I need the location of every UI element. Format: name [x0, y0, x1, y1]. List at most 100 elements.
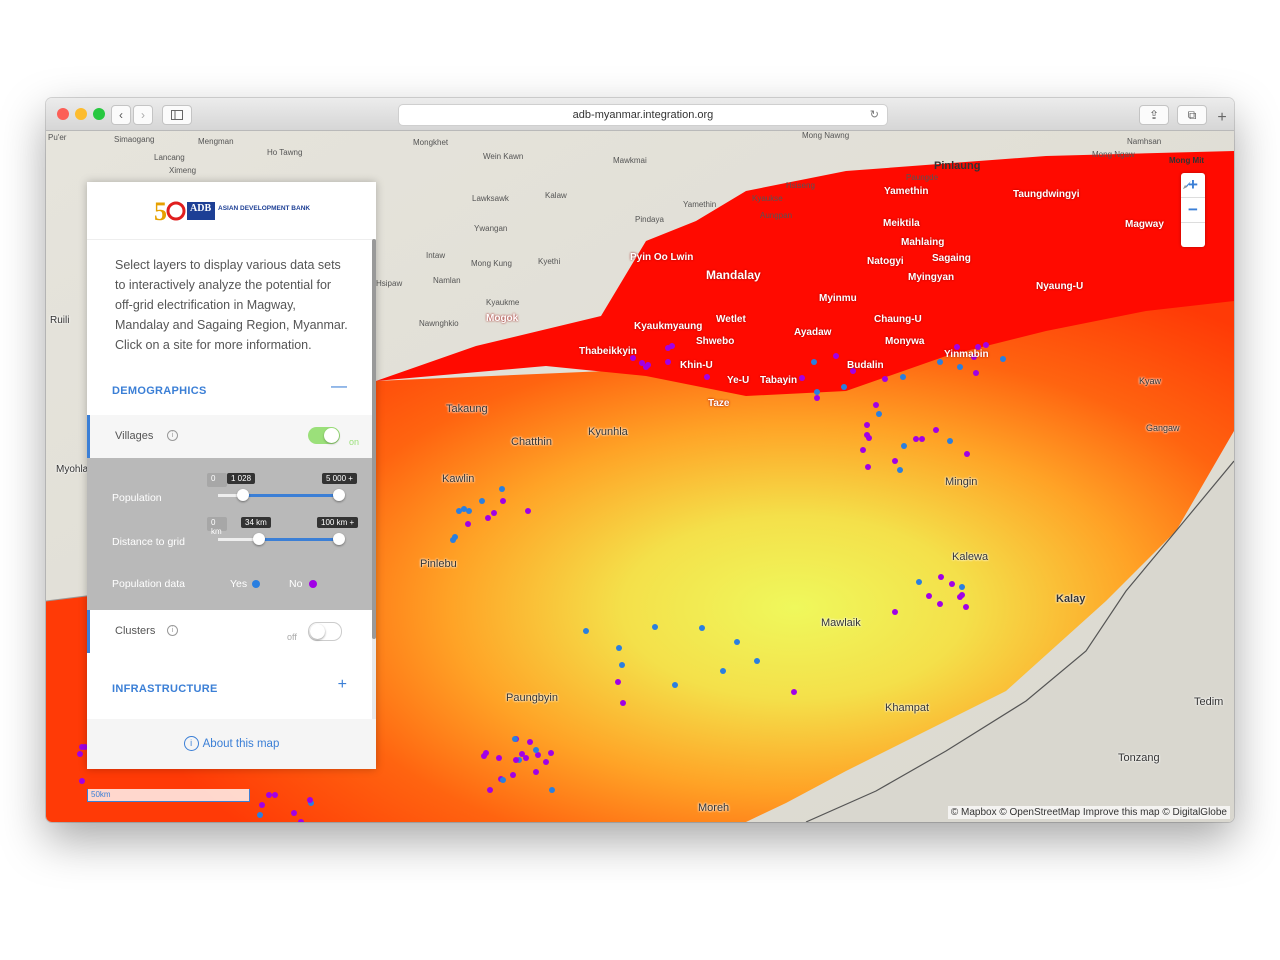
village-point[interactable]: [486, 786, 493, 793]
place-label[interactable]: Intaw: [426, 251, 445, 260]
place-label[interactable]: Mawkmai: [613, 156, 647, 165]
village-point[interactable]: [790, 689, 797, 696]
place-label[interactable]: Namhsan: [1127, 137, 1161, 146]
about-map-link[interactable]: i About this map: [87, 719, 376, 769]
place-label[interactable]: Hsipaw: [376, 279, 402, 288]
village-point[interactable]: [753, 657, 760, 664]
village-point[interactable]: [582, 628, 589, 635]
place-label[interactable]: Kyaukme: [486, 298, 519, 307]
place-label[interactable]: Gangaw: [1146, 423, 1180, 433]
distance-slider-max-handle[interactable]: [333, 533, 345, 545]
share-button[interactable]: ⇪: [1139, 105, 1169, 125]
distance-slider-handle[interactable]: [253, 533, 266, 545]
village-point[interactable]: [899, 373, 906, 380]
place-label[interactable]: Myinmu: [819, 293, 857, 304]
place-label[interactable]: Mawlaik: [821, 617, 861, 629]
map-attribution[interactable]: © Mapbox © OpenStreetMap Improve this ma…: [947, 806, 1230, 819]
place-label[interactable]: Tonzang: [1118, 752, 1160, 764]
place-label[interactable]: Tedim: [1194, 696, 1223, 708]
info-icon[interactable]: i: [167, 430, 178, 441]
village-point[interactable]: [524, 507, 531, 514]
place-label[interactable]: Paungde: [906, 173, 938, 182]
back-button[interactable]: ‹: [111, 105, 131, 125]
place-label[interactable]: Takaung: [446, 403, 488, 415]
village-point[interactable]: [498, 485, 505, 492]
place-label[interactable]: Mengman: [198, 137, 234, 146]
village-point[interactable]: [512, 757, 519, 764]
new-tab-button[interactable]: +: [1212, 106, 1232, 130]
village-point[interactable]: [291, 809, 298, 816]
panel-scrollbar[interactable]: [372, 239, 376, 719]
forward-button[interactable]: ›: [133, 105, 153, 125]
village-point[interactable]: [499, 776, 506, 783]
place-label[interactable]: Khampat: [885, 702, 929, 714]
place-label[interactable]: Shwebo: [696, 336, 734, 347]
place-label[interactable]: Mong Kung: [471, 259, 512, 268]
place-label[interactable]: Kalewa: [952, 551, 988, 563]
sidebar-toggle-button[interactable]: [162, 105, 192, 125]
place-label[interactable]: Chatthin: [511, 436, 552, 448]
demographics-title[interactable]: DEMOGRAPHICS: [112, 385, 207, 397]
place-label[interactable]: Kalaw: [545, 191, 567, 200]
place-label[interactable]: Nawnghkio: [419, 319, 459, 328]
place-label[interactable]: Kyaukmyaung: [634, 321, 702, 332]
zoom-window-button[interactable]: [93, 108, 105, 120]
place-label[interactable]: Pindaya: [635, 215, 664, 224]
place-label[interactable]: Kyaukse: [752, 194, 783, 203]
village-point[interactable]: [478, 498, 485, 505]
village-point[interactable]: [891, 458, 898, 465]
village-point[interactable]: [526, 739, 533, 746]
village-point[interactable]: [915, 579, 922, 585]
place-label[interactable]: Kawlin: [442, 473, 474, 485]
village-point[interactable]: [959, 583, 966, 590]
place-label[interactable]: Aungpan: [760, 211, 792, 220]
place-label[interactable]: Wein Kawn: [483, 152, 523, 161]
place-label[interactable]: Sagaing: [932, 253, 971, 264]
village-point[interactable]: [936, 600, 943, 607]
zoom-out-button[interactable]: −: [1181, 198, 1205, 223]
village-point[interactable]: [982, 342, 989, 349]
place-label[interactable]: Moreh: [698, 802, 729, 814]
village-point[interactable]: [76, 750, 83, 757]
place-label[interactable]: Budalin: [847, 360, 884, 371]
place-label[interactable]: Kalay: [1056, 593, 1085, 605]
village-point[interactable]: [948, 581, 955, 588]
place-label[interactable]: Mingin: [945, 476, 977, 488]
village-point[interactable]: [704, 373, 711, 380]
close-window-button[interactable]: [57, 108, 69, 120]
place-label[interactable]: Ximeng: [169, 166, 196, 175]
population-slider-handle[interactable]: [236, 489, 249, 501]
village-point[interactable]: [999, 355, 1006, 362]
village-point[interactable]: [620, 699, 627, 706]
place-label[interactable]: Thabeikkyin: [579, 346, 637, 357]
place-label[interactable]: Pu'er: [48, 133, 66, 142]
place-label[interactable]: Ywangan: [474, 224, 507, 233]
village-point[interactable]: [832, 352, 839, 359]
village-point[interactable]: [840, 384, 847, 391]
place-label[interactable]: Yamethin: [884, 186, 928, 197]
village-point[interactable]: [875, 411, 882, 418]
infrastructure-title[interactable]: INFRASTRUCTURE: [112, 683, 218, 695]
village-point[interactable]: [963, 450, 970, 457]
place-label[interactable]: Mong Ngaw: [1092, 150, 1135, 159]
place-label[interactable]: Mahlaing: [901, 237, 944, 248]
village-point[interactable]: [925, 593, 932, 600]
population-slider-max-handle[interactable]: [333, 489, 345, 501]
place-label[interactable]: Mongkhet: [413, 138, 448, 147]
village-point[interactable]: [946, 438, 953, 445]
place-label[interactable]: Monywa: [885, 336, 924, 347]
place-label[interactable]: Khin-U: [680, 360, 713, 371]
village-point[interactable]: [532, 747, 539, 753]
place-label[interactable]: Taungdwingyi: [1013, 189, 1079, 200]
village-point[interactable]: [499, 497, 506, 504]
place-label[interactable]: Myingyan: [908, 272, 954, 283]
place-label[interactable]: Mogok: [486, 313, 518, 324]
place-label[interactable]: Ruili: [50, 315, 69, 326]
scrollbar-thumb[interactable]: [372, 239, 376, 639]
place-label[interactable]: Hsiseng: [786, 181, 815, 190]
place-label[interactable]: Magway: [1125, 219, 1164, 230]
place-label[interactable]: Kyunhla: [588, 426, 628, 438]
village-point[interactable]: [896, 466, 903, 473]
village-point[interactable]: [509, 771, 516, 778]
place-label[interactable]: Mong Nawng: [802, 131, 849, 140]
